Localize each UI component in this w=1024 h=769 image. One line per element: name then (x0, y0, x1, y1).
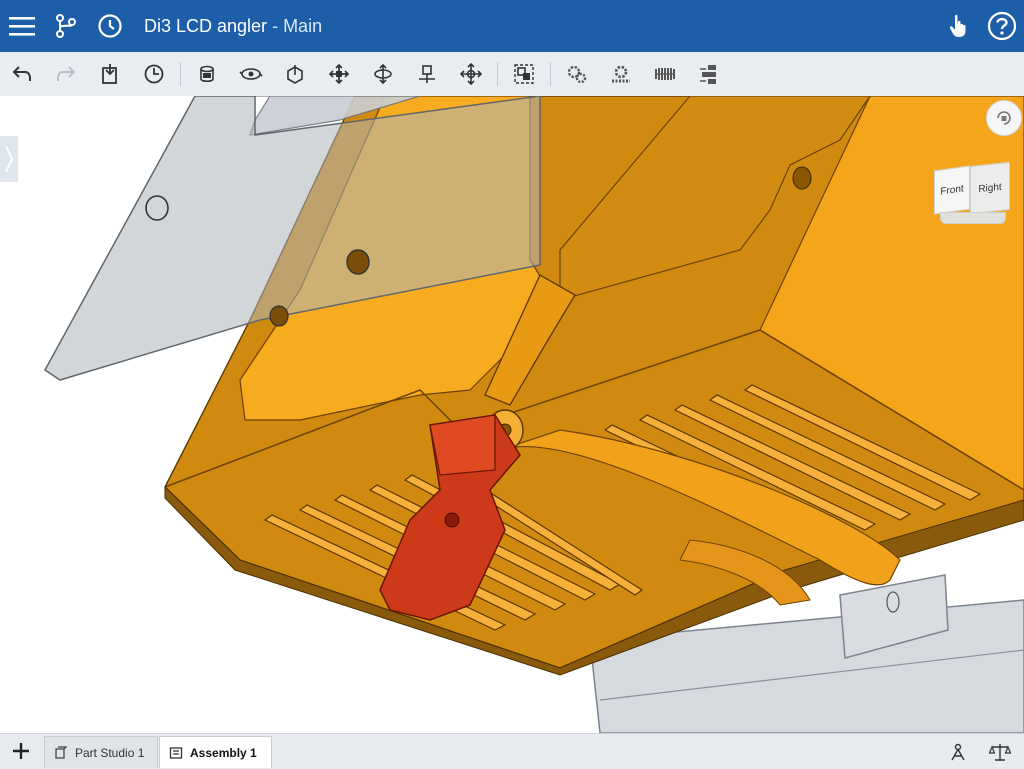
graphics-viewport[interactable]: Front Right (0, 96, 1024, 733)
fastened-mate-icon[interactable] (193, 60, 221, 88)
rotate-lock-icon[interactable] (986, 100, 1022, 136)
title-separator: - (267, 16, 284, 36)
fix-icon[interactable] (140, 60, 168, 88)
pin-slot-mate-icon[interactable] (413, 60, 441, 88)
cylindrical-mate-icon[interactable] (369, 60, 397, 88)
tab-assembly[interactable]: Assembly 1 (159, 736, 272, 768)
chevron-right-icon (5, 145, 14, 173)
assembly-toolbar (0, 52, 1024, 97)
top-app-bar: Di3 LCD angler - Main (0, 0, 1024, 52)
insert-part-icon[interactable] (96, 60, 124, 88)
view-cube-right[interactable]: Right (970, 161, 1010, 215)
planar-mate-icon[interactable] (325, 60, 353, 88)
housing-hole (792, 166, 812, 190)
plate-hole (269, 305, 289, 327)
ball-mate-icon[interactable] (457, 60, 485, 88)
workspace-name: Main (283, 16, 323, 36)
undo-icon[interactable] (8, 60, 36, 88)
group-icon[interactable] (510, 60, 538, 88)
touch-hand-icon[interactable] (936, 0, 980, 52)
assembly-icon (168, 745, 184, 761)
plus-icon[interactable] (6, 736, 36, 766)
rack-pinion-icon[interactable] (607, 60, 635, 88)
gear-relation-icon[interactable] (563, 60, 591, 88)
document-tab-bar: Part Studio 1 Assembly 1 (0, 733, 1024, 769)
measure-balance-icon[interactable] (986, 738, 1014, 766)
red-clip-hole (444, 512, 460, 528)
hamburger-menu-icon[interactable] (0, 0, 44, 52)
assembly-model[interactable] (0, 96, 1024, 733)
feature-panel-toggle[interactable] (0, 136, 18, 182)
tab-part-studio[interactable]: Part Studio 1 (44, 736, 158, 768)
mass-properties-icon[interactable] (944, 738, 972, 766)
toolbar-divider (550, 62, 551, 86)
tab-label: Assembly 1 (190, 745, 257, 760)
help-circle-icon[interactable] (980, 0, 1024, 52)
view-cube[interactable]: Front Right (930, 158, 1012, 228)
version-graph-icon[interactable] (44, 0, 88, 52)
linear-relation-icon[interactable] (695, 60, 723, 88)
part-studio-icon (53, 745, 69, 761)
screw-relation-icon[interactable] (651, 60, 679, 88)
history-clock-icon[interactable] (88, 0, 132, 52)
document-title: Di3 LCD angler - Main (144, 0, 322, 52)
plate-hole (346, 249, 370, 275)
redo-icon[interactable] (52, 60, 80, 88)
revolute-mate-icon[interactable] (237, 60, 265, 88)
tab-label: Part Studio 1 (75, 745, 145, 760)
toolbar-divider (497, 62, 498, 86)
view-cube-bottom[interactable] (940, 212, 1006, 224)
document-name: Di3 LCD angler (144, 16, 268, 36)
view-cube-front[interactable]: Front (934, 165, 970, 215)
slider-mate-icon[interactable] (281, 60, 309, 88)
toolbar-divider (180, 62, 181, 86)
red-clip-top (429, 414, 496, 476)
